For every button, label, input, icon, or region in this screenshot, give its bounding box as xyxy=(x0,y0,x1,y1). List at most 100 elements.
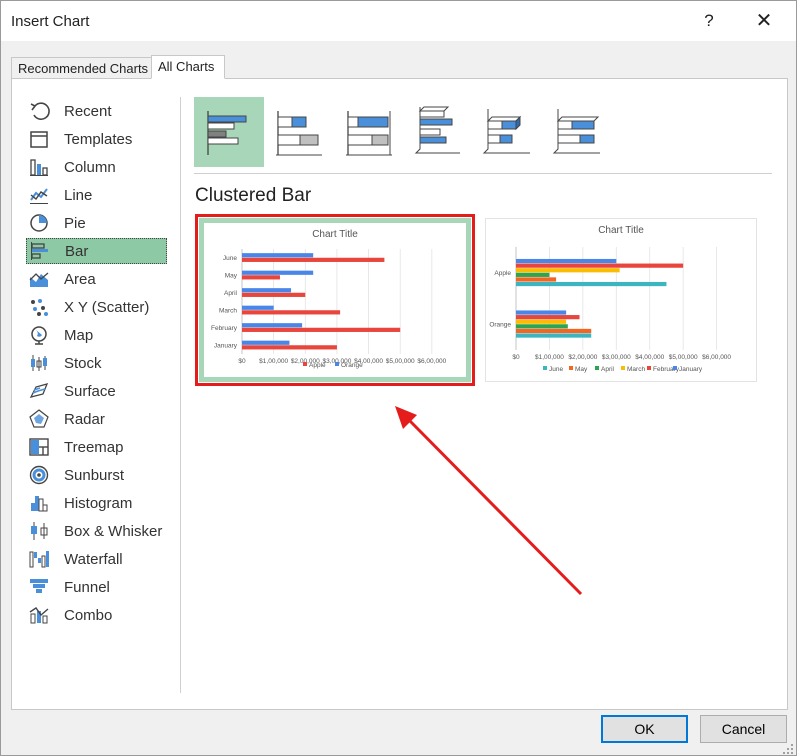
sidebar-item-label: Column xyxy=(64,158,116,176)
templates-icon xyxy=(30,131,48,148)
stacked-bar-icon xyxy=(276,111,322,156)
chart-title: Chart Title xyxy=(598,225,644,236)
sidebar-item-column[interactable]: Column xyxy=(26,154,167,180)
sidebar-item-label: Stock xyxy=(64,354,102,372)
all-charts-panel: Recent Templates Column Line Pie Bar Area X Y (… xyxy=(11,78,788,710)
3d-clustered-bar-icon xyxy=(414,106,460,154)
sidebar-item-treemap[interactable]: Treemap xyxy=(26,434,167,460)
chart-subtype-gallery xyxy=(194,97,774,167)
radar-chart-icon xyxy=(29,409,49,428)
sidebar-item-recent[interactable]: Recent xyxy=(26,98,167,124)
sidebar-item-radar[interactable]: Radar xyxy=(26,406,167,432)
cancel-button[interactable]: Cancel xyxy=(700,715,787,743)
x-tick-label: $1,00,000 xyxy=(259,358,288,365)
legend-swatch xyxy=(569,366,573,370)
bar-apple-may xyxy=(242,275,280,280)
sidebar-item-histogram[interactable]: Histogram xyxy=(26,490,167,516)
chart-subtype-title: Clustered Bar xyxy=(195,185,312,206)
sidebar-item-line[interactable]: Line xyxy=(26,182,167,208)
sidebar-item-label: Treemap xyxy=(64,438,124,456)
bar-january-orange xyxy=(516,310,567,315)
bar-apple-march xyxy=(242,310,341,315)
category-label: May xyxy=(225,272,238,279)
sidebar-item-label: Box & Whisker xyxy=(64,522,163,540)
chart-preview-by-category[interactable]: Chart Title $0 $1,00,000 $2,00,000 $3,00,000… xyxy=(485,218,757,382)
resize-grip-icon[interactable] xyxy=(780,743,794,755)
tab-all-charts[interactable]: All Charts xyxy=(151,55,225,79)
category-label: Orange xyxy=(489,321,511,328)
sidebar-item-label: Waterfall xyxy=(64,550,123,568)
sidebar-item-box-whisker[interactable]: Box & Whisker xyxy=(26,518,167,544)
bar-apple-april xyxy=(242,292,306,297)
subtype-option-1[interactable] xyxy=(194,97,264,167)
x-tick-label: $4,00,000 xyxy=(635,354,664,361)
legend-swatch xyxy=(595,366,599,370)
surface-chart-icon xyxy=(29,383,49,398)
legend-label: May xyxy=(575,366,588,373)
title-bar: Insert Chart ? ✕ xyxy=(1,1,796,41)
legend-label: June xyxy=(549,366,563,373)
close-button[interactable]: ✕ xyxy=(751,7,777,35)
legend-label: Apple xyxy=(309,362,326,369)
sidebar-item-surface[interactable]: Surface xyxy=(26,378,167,404)
sidebar-item-bar[interactable]: Bar xyxy=(26,238,167,264)
category-label: June xyxy=(223,255,237,262)
subtype-option-3[interactable] xyxy=(334,97,404,167)
legend-label: March xyxy=(627,366,645,373)
sidebar-item-funnel[interactable]: Funnel xyxy=(26,574,167,600)
sidebar-divider xyxy=(180,97,181,693)
subtype-option-6[interactable] xyxy=(544,97,614,167)
chart-title: Chart Title xyxy=(312,229,358,240)
bar-chart-icon xyxy=(31,242,48,260)
sidebar-item-label: Map xyxy=(64,326,94,344)
category-label: February xyxy=(211,325,238,332)
category-label: April xyxy=(224,290,238,297)
sidebar-item-label: Line xyxy=(64,186,93,204)
x-tick-label: $3,00,000 xyxy=(602,354,631,361)
tab-recommended-charts[interactable]: Recommended Charts xyxy=(11,57,152,79)
sidebar-item-label: Surface xyxy=(64,382,116,400)
x-tick-label: $0 xyxy=(238,358,246,365)
subtype-option-4[interactable] xyxy=(404,97,474,167)
sidebar-item-label: Pie xyxy=(64,214,86,232)
sidebar-item-label: X Y (Scatter) xyxy=(64,298,150,316)
sidebar-item-label: Combo xyxy=(64,606,113,624)
scatter-chart-icon xyxy=(31,299,48,316)
legend-label: January xyxy=(679,366,703,373)
bar-january-apple xyxy=(516,258,617,264)
histogram-chart-icon xyxy=(31,496,48,512)
sidebar-item-pie[interactable]: Pie xyxy=(26,210,167,236)
sidebar-item-templates[interactable]: Templates xyxy=(26,126,167,152)
sidebar-item-label: Area xyxy=(64,270,96,288)
x-tick-label: $0 xyxy=(512,354,520,361)
legend-swatch xyxy=(303,362,307,366)
100-stacked-bar-icon xyxy=(346,111,392,156)
sidebar-item-stock[interactable]: Stock xyxy=(26,350,167,376)
legend-label: April xyxy=(601,366,615,373)
legend-swatch xyxy=(543,366,547,370)
sidebar-item-label: Recent xyxy=(64,102,112,120)
sidebar-item-waterfall[interactable]: Waterfall xyxy=(26,546,167,572)
legend-swatch xyxy=(335,362,339,366)
box-whisker-chart-icon xyxy=(31,522,48,540)
3d-stacked-bar-icon xyxy=(482,109,530,154)
sidebar-item-label: Histogram xyxy=(64,494,133,512)
subtype-divider xyxy=(194,173,772,174)
chart-1-svg: Chart Title$0 $1,00,000 $2,00,000 $3,00,000… xyxy=(211,229,447,369)
ok-button[interactable]: OK xyxy=(601,715,688,743)
subtype-option-5[interactable] xyxy=(474,97,544,167)
sidebar-item-area[interactable]: Area xyxy=(26,266,167,292)
help-button[interactable]: ? xyxy=(696,7,722,35)
category-label: March xyxy=(219,307,237,314)
sidebar-item-scatter[interactable]: X Y (Scatter) xyxy=(26,294,167,320)
bar-orange-january xyxy=(242,340,290,345)
sidebar-item-combo[interactable]: Combo xyxy=(26,602,167,628)
legend-swatch xyxy=(621,366,625,370)
subtype-option-2[interactable] xyxy=(264,97,334,167)
sidebar-item-map[interactable]: Map xyxy=(26,322,167,348)
sidebar-item-label: Bar xyxy=(65,242,89,260)
bar-february-orange xyxy=(516,315,580,320)
chart-preview-by-series[interactable]: Chart Title $0 $1,00,000 $2,00,000 $3,00,000… xyxy=(195,214,475,386)
x-tick-label: $5,00,000 xyxy=(669,354,698,361)
sidebar-item-sunburst[interactable]: Sunburst xyxy=(26,462,167,488)
